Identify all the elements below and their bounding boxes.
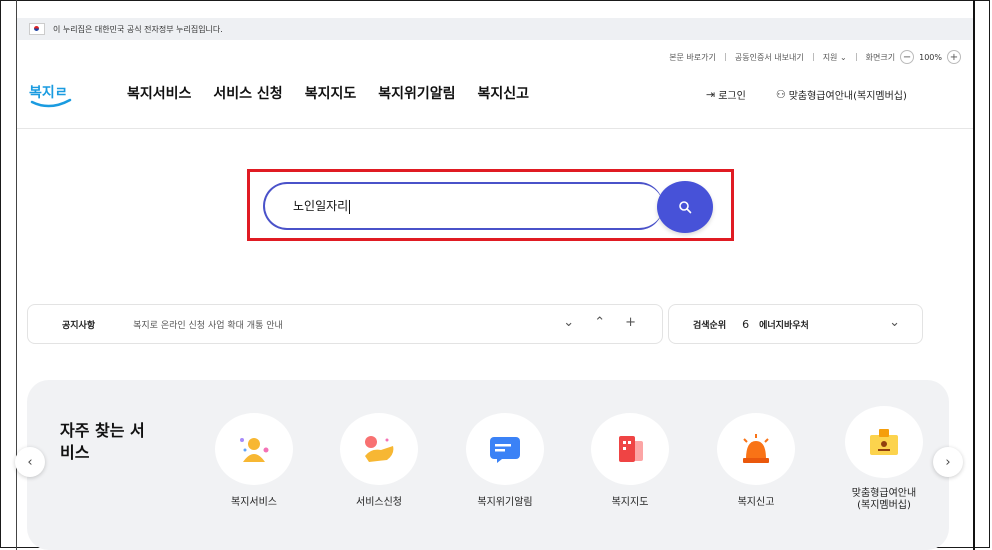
carousel-next-button[interactable]: › (933, 447, 963, 477)
service-icon-circle (591, 413, 669, 485)
service-item-crisis-alert[interactable]: 복지위기알림 (455, 413, 555, 509)
siren-icon (743, 434, 769, 463)
membership-icon (870, 429, 898, 455)
login-icon: ⇥ (706, 88, 716, 101)
divider (812, 53, 814, 61)
right-border-line (973, 0, 975, 550)
frequent-services-title: 자주 찾는 서비스 (60, 421, 145, 462)
chevron-left-icon: ‹ (27, 454, 33, 470)
search-input[interactable]: 노인일자리 (293, 197, 351, 214)
chevron-up-icon[interactable]: ⌃ (594, 315, 605, 330)
skip-to-content-link[interactable]: 본문 바로가기 (669, 52, 716, 63)
carousel-prev-button[interactable]: ‹ (15, 447, 45, 477)
nav-service-application[interactable]: 서비스 신청 (213, 83, 282, 103)
service-icon-circle (717, 413, 795, 485)
notice-controls: ⌄ ⌃ + (563, 315, 636, 330)
nav-welfare-services[interactable]: 복지서비스 (127, 83, 191, 103)
zoom-label: 화면크기 (865, 52, 896, 62)
ranking-label: 검색순위 (693, 320, 727, 331)
svg-text:복지ㄹ: 복지ㄹ (29, 85, 68, 101)
nav-welfare-map[interactable]: 복지지도 (305, 83, 357, 103)
service-item-welfare-map[interactable]: 복지지도 (580, 413, 680, 509)
search-icon (679, 201, 692, 214)
text-caret (349, 199, 351, 214)
search-button[interactable] (657, 181, 713, 233)
chevron-down-icon: ⌄ (839, 52, 847, 62)
korea-flag-icon (29, 23, 45, 35)
zoom-in-button[interactable]: + (947, 50, 961, 64)
service-icon-circle (215, 413, 293, 485)
divider (855, 53, 857, 61)
service-item-welfare[interactable]: 복지서비스 (204, 413, 304, 509)
plus-icon[interactable]: + (625, 315, 636, 330)
zoom-out-button[interactable]: − (900, 50, 915, 64)
bokjiro-logo-icon: 복지ㄹ (29, 85, 72, 108)
user-icon: ⚇ (775, 88, 786, 101)
search-ranking-bar: 검색순위 6 에너지바우처 ⌄ (668, 304, 923, 344)
chevron-down-icon[interactable]: ⌄ (563, 315, 574, 330)
service-label: 맞춤형급여안내 (복지멤버십) (851, 488, 917, 511)
zoom-value: 100% (919, 52, 942, 62)
login-link[interactable]: ⇥ 로그인 (706, 87, 746, 102)
gov-banner-text: 이 누리집은 대한민국 공식 전자정부 누리집입니다. (53, 24, 223, 34)
map-icon (619, 436, 643, 462)
service-label: 복지지도 (611, 497, 649, 508)
header-divider (17, 128, 973, 129)
service-icon-circle (340, 413, 418, 485)
chevron-right-icon: › (945, 454, 951, 470)
service-item-application[interactable]: 서비스신청 (329, 413, 429, 509)
ranking-number: 6 (742, 317, 750, 331)
service-label: 복지신고 (737, 497, 775, 508)
custom-benefit-link[interactable]: ⚇ 맞춤형급여안내(복지멤버십) (776, 87, 907, 102)
support-label: 지원 (822, 52, 838, 62)
service-item-report[interactable]: 복지신고 (706, 413, 806, 509)
people-icon (240, 438, 269, 462)
divider (724, 53, 726, 61)
service-icon-circle (845, 406, 923, 478)
utility-bar: 본문 바로가기 공동인증서 내보내기 지원 ⌄ 화면크기 − 100% + (669, 50, 966, 64)
notice-bar: 공지사항 복지로 온라인 신청 사업 확대 개통 안내 ⌄ ⌃ + (27, 304, 663, 344)
service-item-membership[interactable]: 맞춤형급여안내 (복지멤버십) (834, 406, 934, 512)
gov-banner: 이 누리집은 대한민국 공식 전자정부 누리집입니다. (17, 18, 973, 40)
nav-welfare-report[interactable]: 복지신고 (478, 83, 530, 103)
hand-icon (365, 436, 394, 462)
service-label: 복지위기알림 (477, 497, 533, 508)
service-icon-circle (466, 413, 544, 485)
ranking-keyword[interactable]: 에너지바우처 (759, 318, 809, 331)
site-logo[interactable]: 복지ㄹ (28, 80, 74, 110)
custom-benefit-label: 맞춤형급여안내(복지멤버십) (788, 91, 907, 102)
nav-crisis-alert[interactable]: 복지위기알림 (378, 83, 455, 103)
cert-export-link[interactable]: 공동인증서 내보내기 (735, 52, 804, 63)
notice-label: 공지사항 (62, 320, 96, 331)
search-input-value: 노인일자리 (293, 199, 349, 213)
service-label: 복지서비스 (231, 497, 277, 508)
support-dropdown[interactable]: 지원 ⌄ (823, 52, 847, 63)
message-icon (490, 437, 520, 463)
header-right-links: ⇥ 로그인 ⚇ 맞춤형급여안내(복지멤버십) (706, 87, 907, 102)
login-label: 로그인 (718, 91, 746, 102)
notice-message[interactable]: 복지로 온라인 신청 사업 확대 개통 안내 (133, 318, 283, 331)
chevron-down-icon[interactable]: ⌄ (889, 315, 900, 330)
service-label: 서비스신청 (356, 497, 402, 508)
main-nav: 복지서비스 서비스 신청 복지지도 복지위기알림 복지신고 (127, 83, 529, 103)
